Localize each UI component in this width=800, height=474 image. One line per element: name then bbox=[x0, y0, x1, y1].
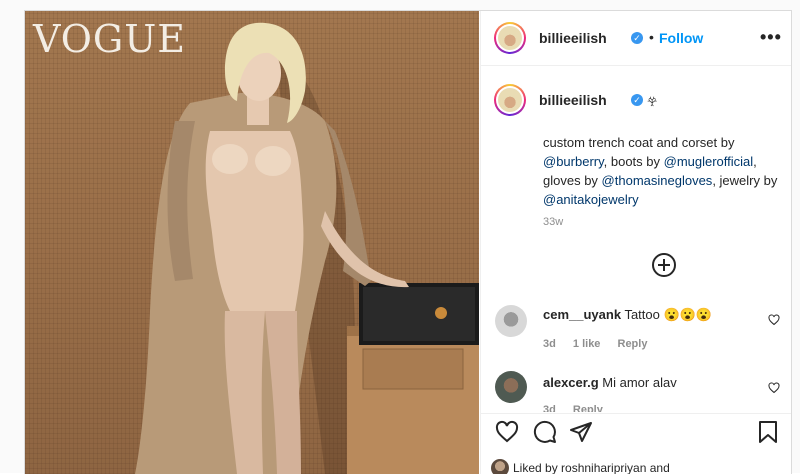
caption-age: 33w bbox=[543, 216, 564, 228]
post-header: billieeilish ✓ • Follow ••• bbox=[481, 11, 791, 66]
comment-age: 3d bbox=[543, 404, 556, 412]
caption-part: gloves by bbox=[543, 173, 602, 188]
mention-thomasinegloves[interactable]: @thomasinegloves bbox=[602, 173, 713, 188]
reply-button[interactable]: Reply bbox=[573, 404, 603, 412]
comment-meta: 3d 1 like Reply bbox=[543, 338, 661, 350]
caption-part: , jewelry by bbox=[712, 173, 778, 188]
load-more-comments-icon[interactable] bbox=[652, 253, 676, 277]
post-dialog: VOGUE billieeilish ✓ • Follow ••• billie… bbox=[24, 10, 792, 474]
mention-mugler[interactable]: @muglerofficial bbox=[664, 154, 754, 169]
caption-text: custom trench coat and corset by @burber… bbox=[543, 133, 783, 209]
follow-button[interactable]: Follow bbox=[659, 30, 703, 46]
comment-line: alexcer.g Mi amor alav bbox=[543, 375, 677, 390]
caption-part: custom trench coat and corset by bbox=[543, 135, 735, 150]
mention-burberry[interactable]: @burberry bbox=[543, 154, 604, 169]
cabinet-drawer bbox=[362, 348, 464, 390]
verified-badge-icon: ✓ bbox=[631, 32, 643, 44]
comment-username[interactable]: alexcer.g bbox=[543, 375, 599, 390]
cabinet bbox=[347, 326, 479, 474]
caption-avatar[interactable] bbox=[494, 84, 526, 116]
caption-emoji: 𖣂 bbox=[647, 94, 658, 109]
like-heart-icon[interactable] bbox=[495, 420, 519, 444]
reply-button[interactable]: Reply bbox=[618, 338, 648, 350]
comment-age: 3d bbox=[543, 338, 556, 350]
comment-likes[interactable]: 1 like bbox=[573, 338, 601, 350]
comment-like-heart-icon[interactable] bbox=[768, 382, 780, 394]
share-paper-plane-icon[interactable] bbox=[569, 420, 593, 444]
comment-bubble-icon[interactable] bbox=[533, 420, 557, 444]
author-username[interactable]: billieeilish bbox=[539, 30, 607, 46]
comment-meta: 3d Reply bbox=[543, 404, 617, 412]
caption-part: , boots by bbox=[603, 154, 664, 169]
action-bar bbox=[481, 413, 791, 454]
post-sidebar: billieeilish ✓ • Follow ••• billieeilish… bbox=[480, 11, 791, 474]
tv-light bbox=[435, 307, 447, 319]
comment-avatar[interactable] bbox=[495, 371, 527, 403]
tv-screen bbox=[363, 287, 475, 341]
caption-username[interactable]: billieeilish bbox=[539, 92, 607, 108]
corset-cup-right bbox=[255, 146, 291, 176]
more-options-icon[interactable]: ••• bbox=[760, 27, 782, 48]
photo-illustration bbox=[135, 22, 479, 474]
comment-text: Mi amor alav bbox=[602, 375, 677, 390]
magazine-logo: VOGUE bbox=[33, 17, 187, 61]
post-photo[interactable]: VOGUE bbox=[25, 11, 479, 474]
author-avatar[interactable] bbox=[494, 22, 526, 54]
comment-username[interactable]: cem__uyank bbox=[543, 307, 621, 322]
mention-anitakojewelry[interactable]: @anitakojewelry bbox=[543, 192, 639, 207]
header-separator: • bbox=[649, 29, 654, 45]
caption-verified-badge-icon: ✓ bbox=[631, 94, 643, 106]
comment-like-heart-icon[interactable] bbox=[768, 314, 780, 326]
caption-part: , bbox=[753, 154, 757, 169]
liked-by-avatar[interactable] bbox=[491, 459, 509, 474]
corset-cup-left bbox=[212, 144, 248, 174]
comment-avatar[interactable] bbox=[495, 305, 527, 337]
comment-text: Tattoo 😮😮😮 bbox=[624, 307, 713, 322]
comment-line: cem__uyank Tattoo 😮😮😮 bbox=[543, 307, 712, 323]
save-bookmark-icon[interactable] bbox=[757, 420, 779, 444]
liked-by-text[interactable]: Liked by roshniharipriyan and bbox=[513, 461, 670, 474]
